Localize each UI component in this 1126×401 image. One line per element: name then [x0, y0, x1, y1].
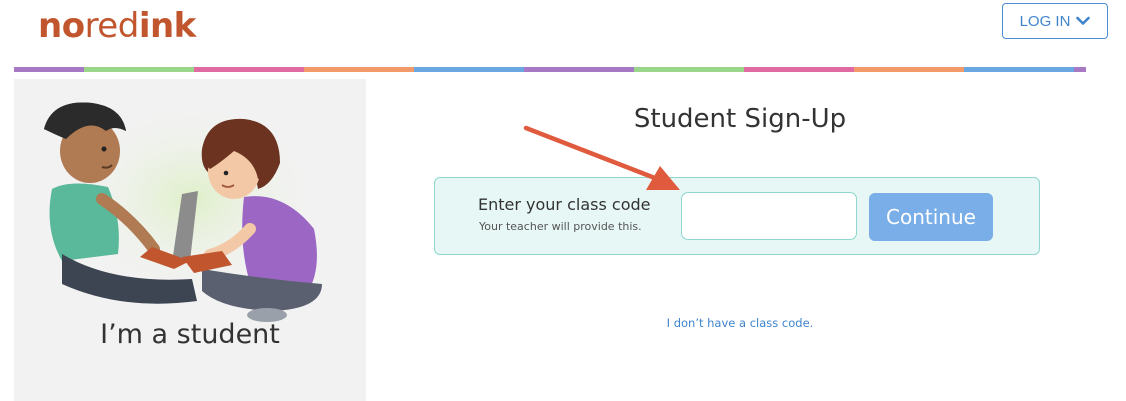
student-panel[interactable]: I’m a student: [14, 79, 366, 401]
rainbow-segment: [744, 67, 854, 72]
class-code-label: Enter your class code: [478, 195, 651, 214]
rainbow-segment: [524, 67, 634, 72]
rainbow-segment: [634, 67, 744, 72]
logo-ink: ink: [138, 6, 196, 46]
rainbow-segment: [854, 67, 964, 72]
rainbow-segment: [14, 67, 84, 72]
rainbow-segment: [964, 67, 1074, 72]
logo-no: no: [38, 6, 85, 46]
students-illustration: [44, 99, 322, 322]
rainbow-segment: [194, 67, 304, 72]
continue-button[interactable]: Continue: [869, 193, 993, 241]
class-code-form: Enter your class code Your teacher will …: [434, 177, 1040, 255]
login-button[interactable]: LOG IN: [1002, 3, 1108, 39]
login-label: LOG IN: [1019, 12, 1071, 30]
rainbow-segment: [1074, 67, 1086, 72]
rainbow-segment: [414, 67, 524, 72]
logo-red: red: [84, 6, 140, 46]
rainbow-segment: [304, 67, 414, 72]
no-class-code-link[interactable]: I don’t have a class code.: [610, 316, 870, 330]
class-code-hint: Your teacher will provide this.: [479, 220, 642, 233]
noredink-logo[interactable]: noredink: [38, 6, 196, 46]
chevron-down-icon: [1076, 16, 1091, 26]
rainbow-divider: [14, 67, 1126, 72]
rainbow-segment: [84, 67, 194, 72]
student-label: I’m a student: [100, 319, 280, 350]
class-code-input[interactable]: [681, 192, 857, 240]
page-title: Student Sign-Up: [633, 104, 847, 134]
